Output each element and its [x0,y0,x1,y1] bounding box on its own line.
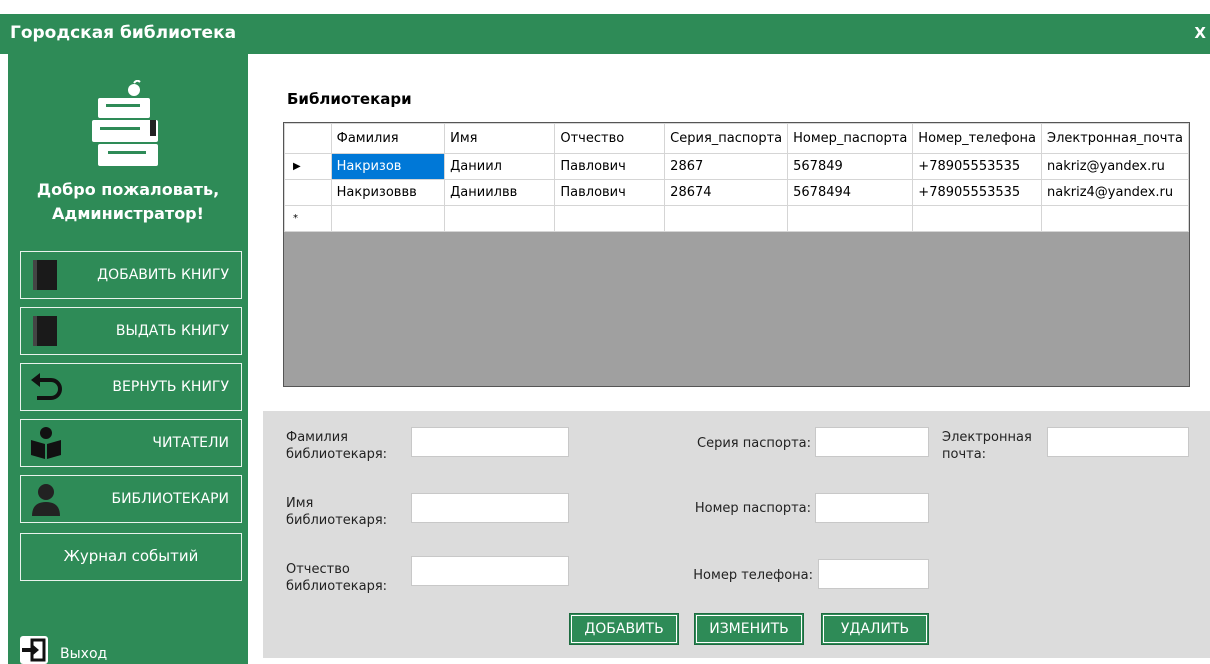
exit-icon [20,636,48,664]
passport-series-label: Серия паспорта: [697,436,811,451]
delete-button[interactable]: УДАЛИТЬ [821,613,929,645]
table-cell[interactable] [1041,205,1189,232]
menu-label: ЧИТАТЕЛИ [152,435,229,451]
menu-label: ВЕРНУТЬ КНИГУ [112,379,229,395]
passport-number-label: Номер паспорта: [694,501,811,516]
exit-button[interactable]: Выход [20,632,140,664]
phone-input[interactable] [818,559,929,589]
phone-label: Номер телефона: [693,568,813,583]
column-header[interactable]: Имя [444,123,556,154]
table-cell[interactable]: Даниилвв [444,179,556,206]
row-header [284,179,332,206]
issue-book-button[interactable]: ВЫДАТЬ КНИГУ [20,307,242,355]
table-cell[interactable]: Даниил [444,153,556,180]
page-title: Библиотекари [287,90,412,108]
patronymic-input[interactable] [411,556,569,586]
table-cell[interactable]: +78905553535 [912,179,1042,206]
email-input[interactable] [1047,427,1189,457]
row-header-corner [284,123,332,154]
book-icon [33,316,57,346]
librarians-button[interactable]: БИБЛИОТЕКАРИ [20,475,242,523]
table-cell[interactable] [554,205,666,232]
new-row[interactable]: * [284,205,1189,232]
table-header-row: Фамилия Имя Отчество Серия_паспорта Номе… [284,123,1189,154]
column-header[interactable]: Номер_паспорта [787,123,914,154]
column-header[interactable]: Отчество [554,123,666,154]
menu-label: БИБЛИОТЕКАРИ [111,491,229,507]
table-cell[interactable]: Накризов [330,153,446,180]
table-cell[interactable] [330,205,446,232]
table-cell[interactable]: +78905553535 [912,153,1042,180]
table-row[interactable]: ▶ Накризов Даниил Павлович 2867 567849 +… [284,153,1189,180]
menu-label: Журнал событий [63,547,199,565]
return-arrow-icon [31,373,62,400]
name-input[interactable] [411,493,569,523]
window-title: Городская библиотека [10,23,237,43]
menu-label: ВЫДАТЬ КНИГУ [115,323,229,339]
name-label: Имя библиотекаря: [286,496,388,528]
new-row-marker: * [284,205,332,232]
table-cell[interactable]: Накризоввв [330,179,446,206]
column-header[interactable]: Электронная_почта [1041,123,1189,154]
passport-number-input[interactable] [815,493,929,523]
edit-button[interactable]: ИЗМЕНИТЬ [694,613,804,645]
readers-button[interactable]: ЧИТАТЕЛИ [20,419,242,467]
email-label: Электронная почта: [942,430,1032,462]
table-cell[interactable]: 5678494 [787,179,914,206]
table-cell[interactable]: 567849 [787,153,914,180]
close-button[interactable]: X [1194,24,1206,42]
book-icon [33,260,57,290]
column-header[interactable]: Серия_паспорта [664,123,789,154]
table-cell[interactable]: Павлович [554,179,666,206]
surname-label: Фамилия библиотекаря: [286,430,388,462]
title-bar: Городская библиотека X [0,14,1210,54]
current-row-marker: ▶ [284,153,332,180]
add-button[interactable]: ДОБАВИТЬ [569,613,679,645]
passport-series-input[interactable] [815,427,929,457]
return-book-button[interactable]: ВЕРНУТЬ КНИГУ [20,363,242,411]
table-cell[interactable] [664,205,789,232]
table-cell[interactable]: 2867 [664,153,789,180]
table-cell[interactable] [787,205,914,232]
user-icon [32,484,60,516]
desktop-strip [0,0,1210,14]
table-cell[interactable] [444,205,556,232]
librarian-form: Фамилия библиотекаря: Имя библиотекаря: … [263,411,1210,658]
table-cell[interactable] [912,205,1042,232]
welcome-message: Добро пожаловать, Администратор! [36,180,220,223]
surname-input[interactable] [411,427,569,457]
exit-label: Выход [60,646,108,662]
reader-icon [31,427,61,459]
app-window: Городская библиотека X Добро пожаловать,… [0,0,1210,664]
sidebar: Добро пожаловать, Администратор! ДОБАВИТ… [8,54,248,664]
column-header[interactable]: Номер_телефона [912,123,1042,154]
menu-label: ДОБАВИТЬ КНИГУ [97,267,229,283]
table-cell[interactable]: 28674 [664,179,789,206]
column-header[interactable]: Фамилия [330,123,446,154]
table-row[interactable]: Накризоввв Даниилвв Павлович 28674 56784… [284,179,1189,206]
table-cell[interactable]: Павлович [554,153,666,180]
librarians-table[interactable]: Фамилия Имя Отчество Серия_паспорта Номе… [283,122,1190,387]
table-cell[interactable]: nakriz4@yandex.ru [1041,179,1189,206]
add-book-button[interactable]: ДОБАВИТЬ КНИГУ [20,251,242,299]
patronymic-label: Отчество библиотекаря: [286,562,388,594]
table-cell[interactable]: nakriz@yandex.ru [1041,153,1189,180]
event-log-button[interactable]: Журнал событий [20,533,242,581]
books-logo-icon [92,80,158,166]
